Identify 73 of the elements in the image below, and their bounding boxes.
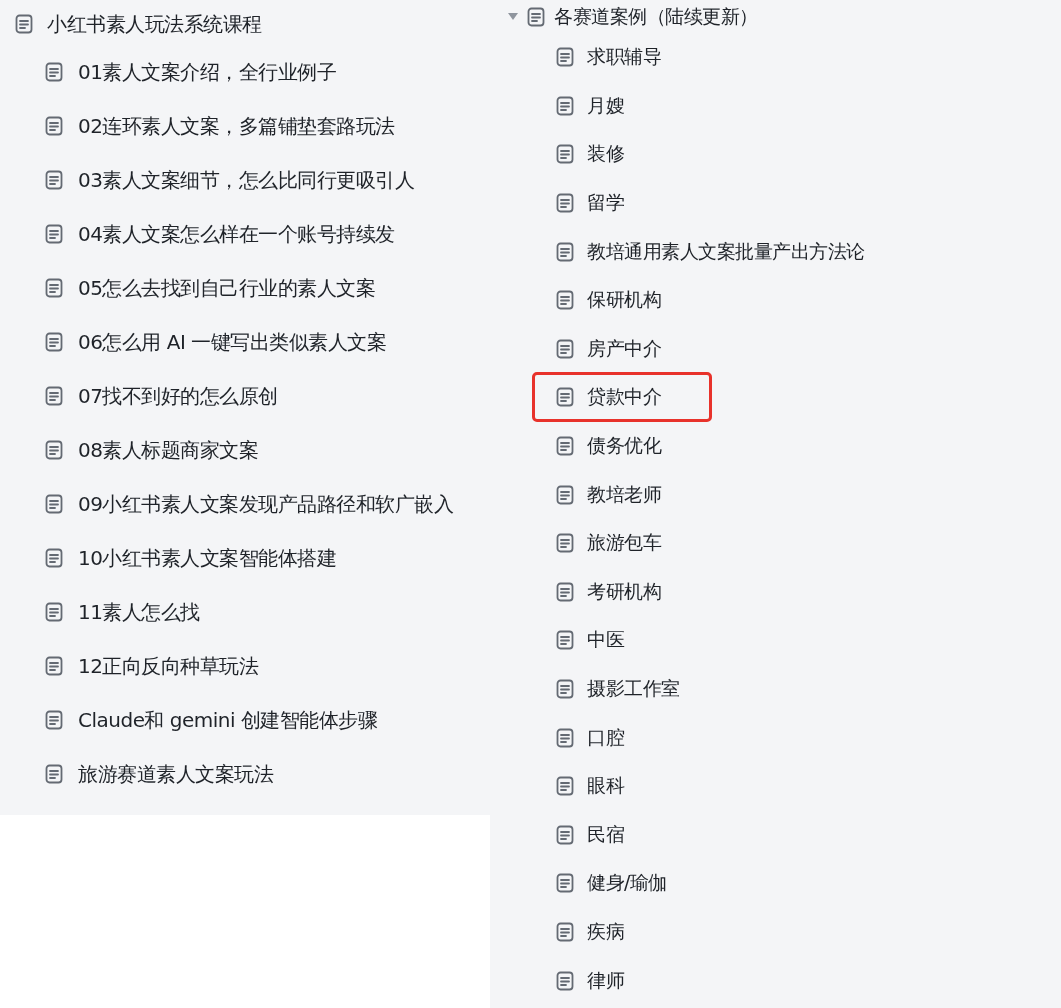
document-icon (45, 224, 63, 244)
document-icon (556, 47, 574, 68)
tree-item[interactable]: 05怎么去找到自己行业的素人文案 (78, 274, 376, 302)
document-icon (45, 710, 63, 730)
document-icon (45, 62, 63, 82)
document-icon (45, 440, 63, 460)
document-icon (45, 494, 63, 514)
tree-item[interactable]: 保研机构 (587, 287, 661, 314)
document-icon (556, 290, 574, 311)
tree-item[interactable]: 11素人怎么找 (78, 598, 200, 626)
tree-item[interactable]: 02连环素人文案，多篇铺垫套路玩法 (78, 112, 395, 140)
document-icon (556, 436, 574, 457)
tree-item[interactable]: Claude和 gemini 创建智能体步骤 (78, 706, 378, 734)
document-icon (45, 170, 63, 190)
tree-item[interactable]: 12正向反向种草玩法 (78, 652, 259, 680)
tree-item[interactable]: 摄影工作室 (587, 676, 680, 702)
tree-item[interactable]: 债务优化 (587, 433, 661, 460)
document-icon (45, 386, 63, 406)
tree-item[interactable]: 眼科 (587, 773, 624, 800)
document-icon (15, 14, 33, 34)
document-icon (556, 533, 574, 554)
document-icon (556, 387, 574, 408)
tree-item[interactable]: 小红书素人玩法系统课程 (47, 10, 262, 38)
document-icon (45, 602, 63, 622)
document-icon (556, 824, 574, 845)
tree-item[interactable]: 07找不到好的怎么原创 (78, 382, 278, 410)
document-icon (556, 581, 574, 602)
document-icon (45, 332, 63, 352)
document-icon (556, 484, 574, 505)
document-icon (556, 776, 574, 797)
document-icon (45, 116, 63, 136)
tree-item[interactable]: 旅游赛道素人文案玩法 (78, 760, 273, 788)
document-icon (45, 548, 63, 568)
tree-item[interactable]: 疾病 (587, 919, 624, 945)
tree-item[interactable]: 装修 (587, 141, 624, 168)
tree-item[interactable]: 口腔 (587, 724, 624, 751)
document-icon (45, 764, 63, 784)
tree-item[interactable]: 健身/瑜伽 (587, 870, 667, 897)
document-icon (556, 970, 574, 991)
tree-item[interactable]: 房产中介 (587, 335, 661, 362)
tree-item[interactable]: 09小红书素人文案发现产品路径和软广嵌入 (78, 490, 454, 518)
document-icon (556, 630, 574, 651)
document-icon (556, 679, 574, 699)
tree-item[interactable]: 民宿 (587, 821, 624, 848)
tree-item[interactable]: 06怎么用 AI 一键写出类似素人文案 (78, 328, 387, 356)
tree-item[interactable]: 04素人文案怎么样在一个账号持续发 (78, 220, 395, 248)
tree-item[interactable]: 03素人文案细节，怎么比同行更吸引人 (78, 166, 415, 194)
tree-item[interactable]: 律师 (587, 967, 624, 994)
document-icon (45, 656, 63, 676)
tree-item[interactable]: 教培通用素人文案批量产出方法论 (587, 238, 865, 265)
tree-item[interactable]: 旅游包车 (587, 530, 661, 557)
document-icon (556, 873, 574, 894)
document-icon (556, 241, 574, 262)
tree-item[interactable]: 10小红书素人文案智能体搭建 (78, 544, 337, 572)
tree-item[interactable]: 教培老师 (587, 481, 661, 508)
tree-item[interactable]: 01素人文案介绍，全行业例子 (78, 58, 337, 86)
document-icon (556, 922, 574, 942)
tree-item[interactable]: 各赛道案例（陆续更新） (554, 3, 758, 30)
tree-item[interactable]: 月嫂 (587, 92, 624, 119)
tree-item[interactable]: 贷款中介 (587, 384, 661, 411)
tree-item[interactable]: 考研机构 (587, 578, 661, 605)
tree-item[interactable]: 中医 (587, 627, 624, 654)
document-icon (45, 278, 63, 298)
document-icon (527, 6, 545, 27)
document-icon (556, 727, 574, 748)
tree-item[interactable]: 求职辅导 (587, 44, 661, 71)
tree-item[interactable]: 留学 (587, 190, 624, 217)
tree-item[interactable]: 08素人标题商家文案 (78, 436, 259, 464)
collapse-caret-icon[interactable] (508, 12, 518, 21)
document-icon (556, 95, 574, 116)
document-icon (556, 144, 574, 165)
document-icon (556, 193, 574, 214)
document-icon (556, 338, 574, 359)
